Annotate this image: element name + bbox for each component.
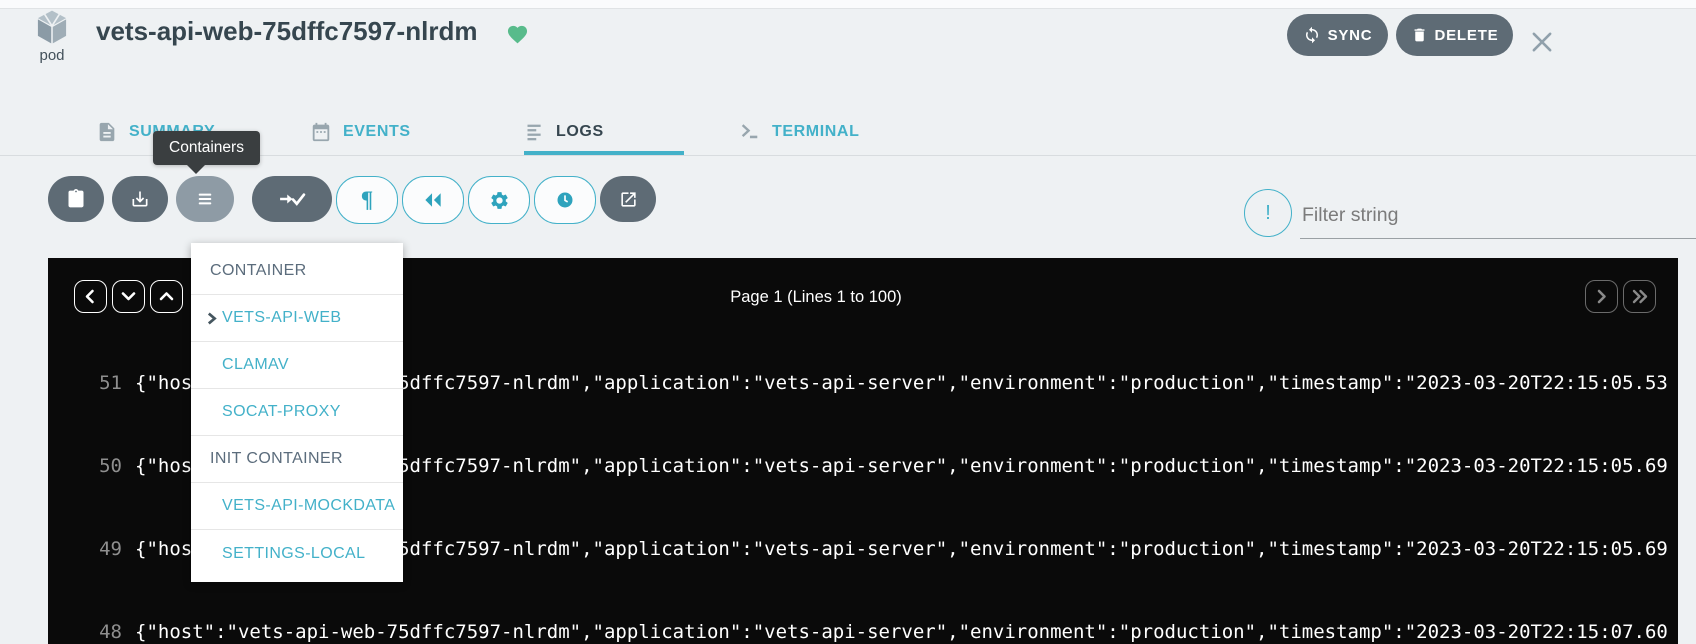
menu-item-label: VETS-API-WEB	[222, 309, 341, 327]
pilcrow-icon: ¶	[361, 187, 373, 213]
arrow-check-icon	[277, 189, 307, 209]
tab-terminal-label: TERMINAL	[772, 123, 859, 141]
clipboard-icon	[66, 189, 86, 209]
refresh-icon	[1303, 26, 1321, 44]
page-title: vets-api-web-75dffc7597-nlrdm	[96, 16, 477, 47]
menu-item-socat-proxy[interactable]: SOCAT-PROXY	[191, 389, 403, 436]
close-icon[interactable]	[1528, 28, 1556, 56]
heart-health-icon	[506, 23, 529, 44]
exclamation-icon: !	[1265, 202, 1271, 225]
menu-item-label: VETS-API-MOCKDATA	[222, 497, 395, 515]
timestamps-button[interactable]	[534, 176, 596, 224]
clock-icon	[555, 190, 575, 210]
log-line-number: 48	[48, 622, 135, 643]
double-chevron-right-icon	[1629, 286, 1650, 307]
tab-events-label: EVENTS	[343, 123, 411, 141]
menu-item-label: SETTINGS-LOCAL	[222, 545, 365, 563]
tab-logs[interactable]: LOGS	[524, 108, 694, 155]
menu-item-clamav[interactable]: CLAMAV	[191, 342, 403, 389]
hamburger-icon	[195, 189, 215, 209]
sync-button-label: SYNC	[1328, 27, 1373, 44]
sync-button[interactable]: SYNC	[1287, 14, 1388, 56]
log-line-number: 51	[48, 373, 135, 394]
delete-button-label: DELETE	[1435, 27, 1499, 44]
word-wrap-button[interactable]: ¶	[336, 176, 398, 224]
containers-button[interactable]	[176, 176, 234, 222]
document-icon	[96, 121, 118, 143]
debug-button[interactable]	[468, 176, 530, 224]
container-menu: CONTAINER VETS-API-WEB CLAMAV SOCAT-PROX…	[191, 243, 403, 582]
log-line-text: {"host":"vets-api-web-75dffc7597-nlrdm",…	[135, 622, 1668, 643]
open-external-button[interactable]	[600, 176, 656, 222]
selected-chevron-icon	[204, 310, 219, 327]
tab-terminal[interactable]: TERMINAL	[738, 108, 908, 155]
copy-logs-button[interactable]	[48, 176, 104, 222]
previous-logs-button[interactable]	[402, 176, 464, 224]
download-logs-button[interactable]	[112, 176, 168, 222]
pod-icon	[33, 9, 71, 45]
window-top-strip	[0, 0, 1696, 9]
last-page-button[interactable]	[1623, 280, 1656, 313]
external-link-icon	[619, 190, 638, 209]
menu-item-vets-api-mockdata[interactable]: VETS-API-MOCKDATA	[191, 483, 403, 530]
menu-item-label: CLAMAV	[222, 356, 289, 374]
menu-item-vets-api-web[interactable]: VETS-API-WEB	[191, 295, 403, 342]
delete-button[interactable]: DELETE	[1396, 14, 1513, 56]
gear-icon	[489, 190, 510, 211]
calendar-icon	[310, 121, 332, 143]
trash-icon	[1411, 26, 1428, 44]
menu-item-settings-local[interactable]: SETTINGS-LOCAL	[191, 530, 403, 577]
log-line: 48{"host":"vets-api-web-75dffc7597-nlrdm…	[48, 622, 1678, 643]
tab-logs-label: LOGS	[556, 123, 604, 141]
terminal-icon	[738, 121, 761, 143]
follow-logs-button[interactable]	[252, 176, 332, 222]
log-line-number: 49	[48, 539, 135, 560]
container-menu-header: CONTAINER	[191, 248, 403, 295]
log-line-number: 50	[48, 456, 135, 477]
download-icon	[130, 189, 150, 209]
filter-error-button[interactable]: !	[1244, 189, 1292, 237]
tab-events[interactable]: EVENTS	[310, 108, 480, 155]
chevron-right-icon	[1591, 286, 1612, 307]
init-container-menu-header: INIT CONTAINER	[191, 436, 403, 483]
next-page-button[interactable]	[1585, 280, 1618, 313]
rewind-icon	[422, 191, 444, 209]
resource-kind-label: pod	[33, 47, 71, 64]
containers-tooltip: Containers	[153, 131, 260, 165]
log-lines-icon	[524, 121, 545, 143]
filter-string-input[interactable]	[1300, 192, 1696, 239]
menu-item-label: SOCAT-PROXY	[222, 403, 341, 421]
